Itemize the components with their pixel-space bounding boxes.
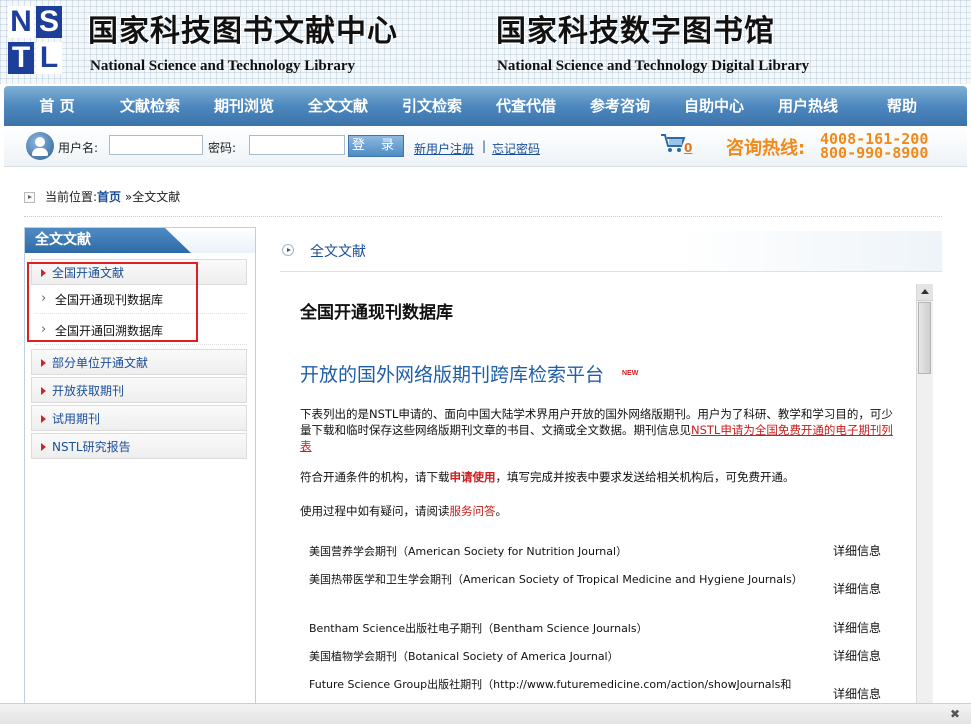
- faq-text-2: 。: [495, 504, 508, 518]
- journal-detail-link[interactable]: 详细信息: [833, 684, 881, 705]
- content-scrollbar[interactable]: [916, 284, 933, 723]
- main-nav: 首 页 文献检索 期刊浏览 全文文献 引文检索 代查代借 参考咨询 自助中心 用…: [4, 86, 967, 126]
- apply-paragraph: 符合开通条件的机构，请下载申请使用，填写完成并按表中要求发送给相关机构后，可免费…: [300, 469, 904, 485]
- site-title-en-digital: National Science and Technology Digital …: [497, 58, 810, 74]
- platform-title-link[interactable]: 开放的国外网络版期刊跨库检索平台: [300, 360, 604, 387]
- password-input[interactable]: [249, 135, 345, 155]
- nav-help[interactable]: 帮助: [870, 86, 934, 126]
- pin-icon[interactable]: ✖: [950, 707, 960, 721]
- logo-letter-l: L: [36, 42, 62, 74]
- nav-home[interactable]: 首 页: [20, 86, 94, 126]
- sidebar-item-open-access[interactable]: 开放获取期刊: [31, 377, 247, 403]
- password-label: 密码:: [208, 141, 237, 155]
- site-header: N S T L 国家科技图书文献中心 国家科技数字图书馆 National Sc…: [0, 0, 971, 84]
- sidebar-title: 全文文献: [25, 228, 191, 253]
- nav-journal-browse[interactable]: 期刊浏览: [204, 86, 284, 126]
- site-title-en-library: National Science and Technology Library: [90, 58, 356, 74]
- nav-user-hotline[interactable]: 用户热线: [768, 86, 848, 126]
- journal-detail-link[interactable]: 详细信息: [833, 618, 881, 639]
- content-tab-header: 全文文献: [280, 231, 942, 272]
- faq-text-1: 使用过程中如有疑问，请阅读: [300, 504, 450, 518]
- nav-self-service[interactable]: 自助中心: [674, 86, 754, 126]
- hotline-number-2: 800-990-8900: [820, 144, 929, 162]
- user-icon: [26, 132, 54, 160]
- breadcrumb-arrow-icon: [24, 192, 35, 203]
- logo-letter-s: S: [36, 6, 62, 38]
- journal-name: 美国热带医学和卫生学会期刊（American Society of Tropic…: [309, 573, 803, 586]
- journal-name: Bentham Science出版社电子期刊（Bentham Science J…: [309, 622, 648, 635]
- logo-letter-n: N: [8, 6, 34, 38]
- journal-name: 美国营养学会期刊（American Society for Nutrition …: [309, 545, 628, 558]
- cart-count[interactable]: 0: [684, 141, 692, 155]
- sidebar-item-national-open[interactable]: 全国开通文献: [31, 259, 247, 285]
- username-input[interactable]: [109, 135, 203, 155]
- nav-fulltext[interactable]: 全文文献: [298, 86, 378, 126]
- breadcrumb: 当前位置:首页 »全文文献: [24, 188, 180, 206]
- forgot-password-link[interactable]: 忘记密码: [492, 140, 540, 157]
- sidebar-subitem-backfile-journals[interactable]: 全国开通回溯数据库: [35, 316, 247, 345]
- apply-text-2: ，填写完成并按表中要求发送给相关机构后，可免费开通。: [495, 470, 795, 484]
- site-title-cn-digital: 国家科技数字图书馆: [496, 14, 775, 49]
- sidebar-header: 全文文献: [25, 228, 255, 253]
- shopping-cart-icon[interactable]: [660, 132, 686, 154]
- journal-detail-link[interactable]: 详细信息: [833, 646, 881, 667]
- nav-citation-search[interactable]: 引文检索: [392, 86, 472, 126]
- content-frame: 全国开通现刊数据库 开放的国外网络版期刊跨库检索平台 NEW 下表列出的是NST…: [280, 282, 932, 723]
- scrollbar-thumb[interactable]: [918, 302, 931, 374]
- nstl-logo[interactable]: N S T L: [8, 6, 66, 76]
- journal-detail-link[interactable]: 详细信息: [833, 541, 881, 562]
- journal-detail-link[interactable]: 详细信息: [833, 579, 881, 600]
- breadcrumb-divider-line: [24, 216, 942, 217]
- tab-arrow-icon: [282, 244, 294, 256]
- sidebar-item-nstl-reports[interactable]: NSTL研究报告: [31, 433, 247, 459]
- faq-link[interactable]: 服务问答: [450, 504, 496, 518]
- faq-paragraph: 使用过程中如有疑问，请阅读服务问答。: [300, 503, 904, 519]
- hotline-label: 咨询热线:: [726, 138, 806, 159]
- breadcrumb-current: 全文文献: [132, 190, 181, 204]
- login-button[interactable]: 登 录: [348, 135, 404, 157]
- scroll-up-arrow-icon[interactable]: [917, 284, 933, 301]
- journal-name: Future Science Group出版社期刊（http://www.fut…: [309, 678, 792, 691]
- new-badge: NEW: [622, 370, 639, 377]
- nav-literature-search[interactable]: 文献检索: [110, 86, 190, 126]
- nav-document-delivery[interactable]: 代查代借: [486, 86, 566, 126]
- sidebar-subitem-current-journals[interactable]: 全国开通现刊数据库: [35, 285, 247, 314]
- browser-status-bar: ✖: [0, 703, 971, 724]
- intro-paragraph: 下表列出的是NSTL申请的、面向中国大陆学术界用户开放的国外网络版期刊。用户为了…: [300, 406, 904, 454]
- breadcrumb-prefix: 当前位置:: [45, 190, 98, 204]
- register-link[interactable]: 新用户注册: [414, 140, 474, 157]
- nav-reference-consulting[interactable]: 参考咨询: [580, 86, 660, 126]
- apply-link[interactable]: 申请使用: [450, 470, 496, 484]
- breadcrumb-home-link[interactable]: 首页: [97, 190, 121, 204]
- site-title-cn-library: 国家科技图书文献中心: [88, 14, 398, 49]
- apply-text-1: 符合开通条件的机构，请下载: [300, 470, 450, 484]
- username-label: 用户名:: [58, 141, 99, 155]
- sidebar-item-trial-journals[interactable]: 试用期刊: [31, 405, 247, 431]
- sidebar: 全文文献 全国开通文献 全国开通现刊数据库 全国开通回溯数据库 部分单位开通文献…: [24, 227, 256, 723]
- login-bar: 用户名: 密码: 登 录 新用户注册 | 忘记密码 0 咨询热线: 4008-1…: [4, 126, 967, 167]
- login-link-separator: |: [482, 139, 487, 153]
- journal-name: 美国植物学会期刊（Botanical Society of America Jo…: [309, 650, 619, 663]
- logo-letter-t: T: [8, 42, 34, 74]
- database-title: 全国开通现刊数据库: [300, 303, 453, 323]
- sidebar-item-partial-open[interactable]: 部分单位开通文献: [31, 349, 247, 375]
- content-tab-label: 全文文献: [310, 244, 366, 260]
